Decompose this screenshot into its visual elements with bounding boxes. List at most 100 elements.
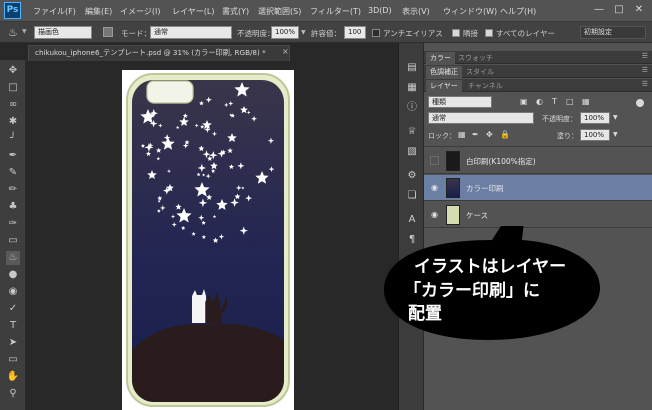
mode-select[interactable]: 通常 [150, 26, 232, 39]
panel-menu-icon[interactable]: ☰ [642, 52, 648, 60]
opacity-input[interactable]: 100% [271, 26, 299, 39]
zoom-tool-icon[interactable]: ⚲ [6, 387, 20, 401]
visibility-toggle[interactable] [430, 156, 439, 165]
layer-row[interactable]: ◉ ケース [424, 202, 652, 228]
pen-tool-icon[interactable]: ✓ [6, 302, 20, 316]
lock-paint-icon[interactable]: ✒ [472, 130, 479, 139]
filter-adjust-icon[interactable]: ◐ [536, 97, 543, 106]
antialias-checkbox[interactable] [372, 29, 380, 37]
close-window-button[interactable]: ✕ [632, 3, 646, 17]
paint-bucket-icon[interactable]: ♨ [8, 26, 18, 39]
filter-smart-icon[interactable]: ▦ [582, 97, 590, 106]
document-tab[interactable]: chikukou_iphone6_テンプレート.psd @ 31% (カラー印刷… [28, 45, 290, 61]
fill-source-select[interactable]: 描画色 [34, 26, 92, 39]
paint-bucket-tool-icon[interactable]: ♨ [6, 251, 20, 265]
history-icon[interactable]: ▤ [405, 61, 419, 75]
blur-tool-icon[interactable]: ● [6, 268, 20, 282]
quick-select-tool-icon[interactable]: ✱ [6, 115, 20, 129]
opacity-label: 不透明度： [237, 29, 275, 38]
filter-pixel-icon[interactable]: ▣ [520, 97, 528, 106]
all-layers-label: すべてのレイヤー [496, 29, 555, 38]
layer-row[interactable]: 白印刷(K100%指定) [424, 148, 652, 174]
hand-tool-icon[interactable]: ✋ [6, 370, 20, 384]
mode-label: モード： [121, 29, 151, 38]
tab-channels[interactable]: チャンネル [464, 80, 507, 92]
healing-brush-tool-icon[interactable]: ✎ [6, 166, 20, 180]
tab-color[interactable]: カラー [426, 52, 455, 64]
brush-preset-icon[interactable]: ♕ [405, 125, 419, 139]
panel-menu-icon[interactable]: ☰ [642, 66, 648, 74]
layer-name: カラー印刷 [466, 184, 504, 193]
tab-layers[interactable]: レイヤー [426, 80, 462, 92]
move-tool-icon[interactable]: ✥ [6, 64, 20, 78]
swatch-icon[interactable]: ▧ [405, 145, 419, 159]
tab-swatches[interactable]: スウォッチ [454, 52, 497, 64]
menu-filter[interactable]: フィルター(T) [310, 6, 361, 17]
layer-filter-select[interactable]: 種類 [428, 96, 492, 108]
eye-icon[interactable]: ◉ [430, 210, 439, 219]
info-icon[interactable]: ⓘ [405, 101, 419, 115]
menu-file[interactable]: ファイル(F) [33, 6, 76, 17]
filter-toggle[interactable] [636, 99, 644, 107]
camera-hole [146, 80, 194, 104]
type-tool-icon[interactable]: T [6, 319, 20, 333]
hill [132, 324, 284, 402]
close-tab-icon[interactable]: × [282, 47, 289, 56]
chevron-down-icon[interactable]: ▼ [22, 28, 27, 35]
lock-all-icon[interactable]: 🔒 [500, 130, 510, 139]
menu-select[interactable]: 選択範囲(S) [258, 6, 301, 17]
tab-styles[interactable]: スタイル [462, 66, 498, 78]
tolerance-input[interactable]: 100 [344, 26, 366, 39]
tab-adjustments[interactable]: 色調補正 [426, 66, 462, 78]
menu-image[interactable]: イメージ(I) [120, 6, 160, 17]
history-brush-tool-icon[interactable]: ✑ [6, 217, 20, 231]
stamp-tool-icon[interactable]: ♣ [6, 200, 20, 214]
character-icon[interactable]: A [405, 213, 419, 227]
lasso-tool-icon[interactable]: ∞ [6, 98, 20, 112]
menu-edit[interactable]: 編集(E) [85, 6, 112, 17]
all-layers-checkbox[interactable] [485, 29, 493, 37]
menu-type[interactable]: 書式(Y) [222, 6, 249, 17]
dodge-tool-icon[interactable]: ◉ [6, 285, 20, 299]
lock-move-icon[interactable]: ✥ [486, 130, 493, 139]
crop-tool-icon[interactable]: ╯ [6, 132, 20, 146]
tool-preset-icon[interactable]: ⚙ [405, 169, 419, 183]
contiguous-checkbox[interactable] [452, 29, 460, 37]
layer-thumbnail [446, 151, 460, 171]
menu-window[interactable]: ウィンドウ(W) [443, 6, 497, 17]
shape-tool-icon[interactable]: ▭ [6, 353, 20, 367]
lock-transparency-icon[interactable]: ▦ [458, 130, 466, 139]
menu-3d[interactable]: 3D(D) [368, 6, 392, 15]
chevron-down-icon[interactable]: ▼ [301, 29, 306, 36]
phone-case-artwork [126, 73, 290, 407]
minimize-button[interactable]: — [592, 3, 606, 17]
maximize-button[interactable]: □ [612, 3, 626, 17]
marquee-tool-icon[interactable]: □ [6, 81, 20, 95]
fill-input[interactable]: 100% [580, 129, 610, 141]
layer-opacity-input[interactable]: 100% [580, 112, 610, 124]
filter-shape-icon[interactable]: □ [566, 97, 574, 106]
layer-name: 白印刷(K100%指定) [466, 157, 536, 166]
chevron-down-icon[interactable]: ▼ [613, 114, 618, 121]
contiguous-label: 隣接 [463, 29, 478, 38]
filter-type-icon[interactable]: T [552, 97, 557, 106]
fill-label: 塗り： [557, 132, 578, 140]
brush-tool-icon[interactable]: ✏ [6, 183, 20, 197]
menu-help[interactable]: ヘルプ(H) [500, 6, 536, 17]
clone-source-icon[interactable]: ❏ [405, 189, 419, 203]
callout-line-2: 「カラー印刷」に [404, 281, 540, 301]
path-select-tool-icon[interactable]: ➤ [6, 336, 20, 350]
eraser-tool-icon[interactable]: ▭ [6, 234, 20, 248]
preset-select[interactable]: 初期設定 [580, 26, 646, 39]
pattern-swatch[interactable] [103, 27, 113, 37]
properties-icon[interactable]: ▦ [405, 81, 419, 95]
panel-menu-icon[interactable]: ☰ [642, 80, 648, 88]
menu-view[interactable]: 表示(V) [402, 6, 430, 17]
blend-mode-select[interactable]: 通常 [428, 112, 534, 124]
eye-icon[interactable]: ◉ [430, 183, 439, 192]
layer-row-selected[interactable]: ◉ カラー印刷 [424, 175, 652, 201]
chevron-down-icon[interactable]: ▼ [613, 131, 618, 138]
eyedropper-tool-icon[interactable]: ✒ [6, 149, 20, 163]
layers-panel-tabs: レイヤー チャンネル ☰ [424, 79, 652, 92]
menu-layer[interactable]: レイヤー(L) [172, 6, 214, 17]
